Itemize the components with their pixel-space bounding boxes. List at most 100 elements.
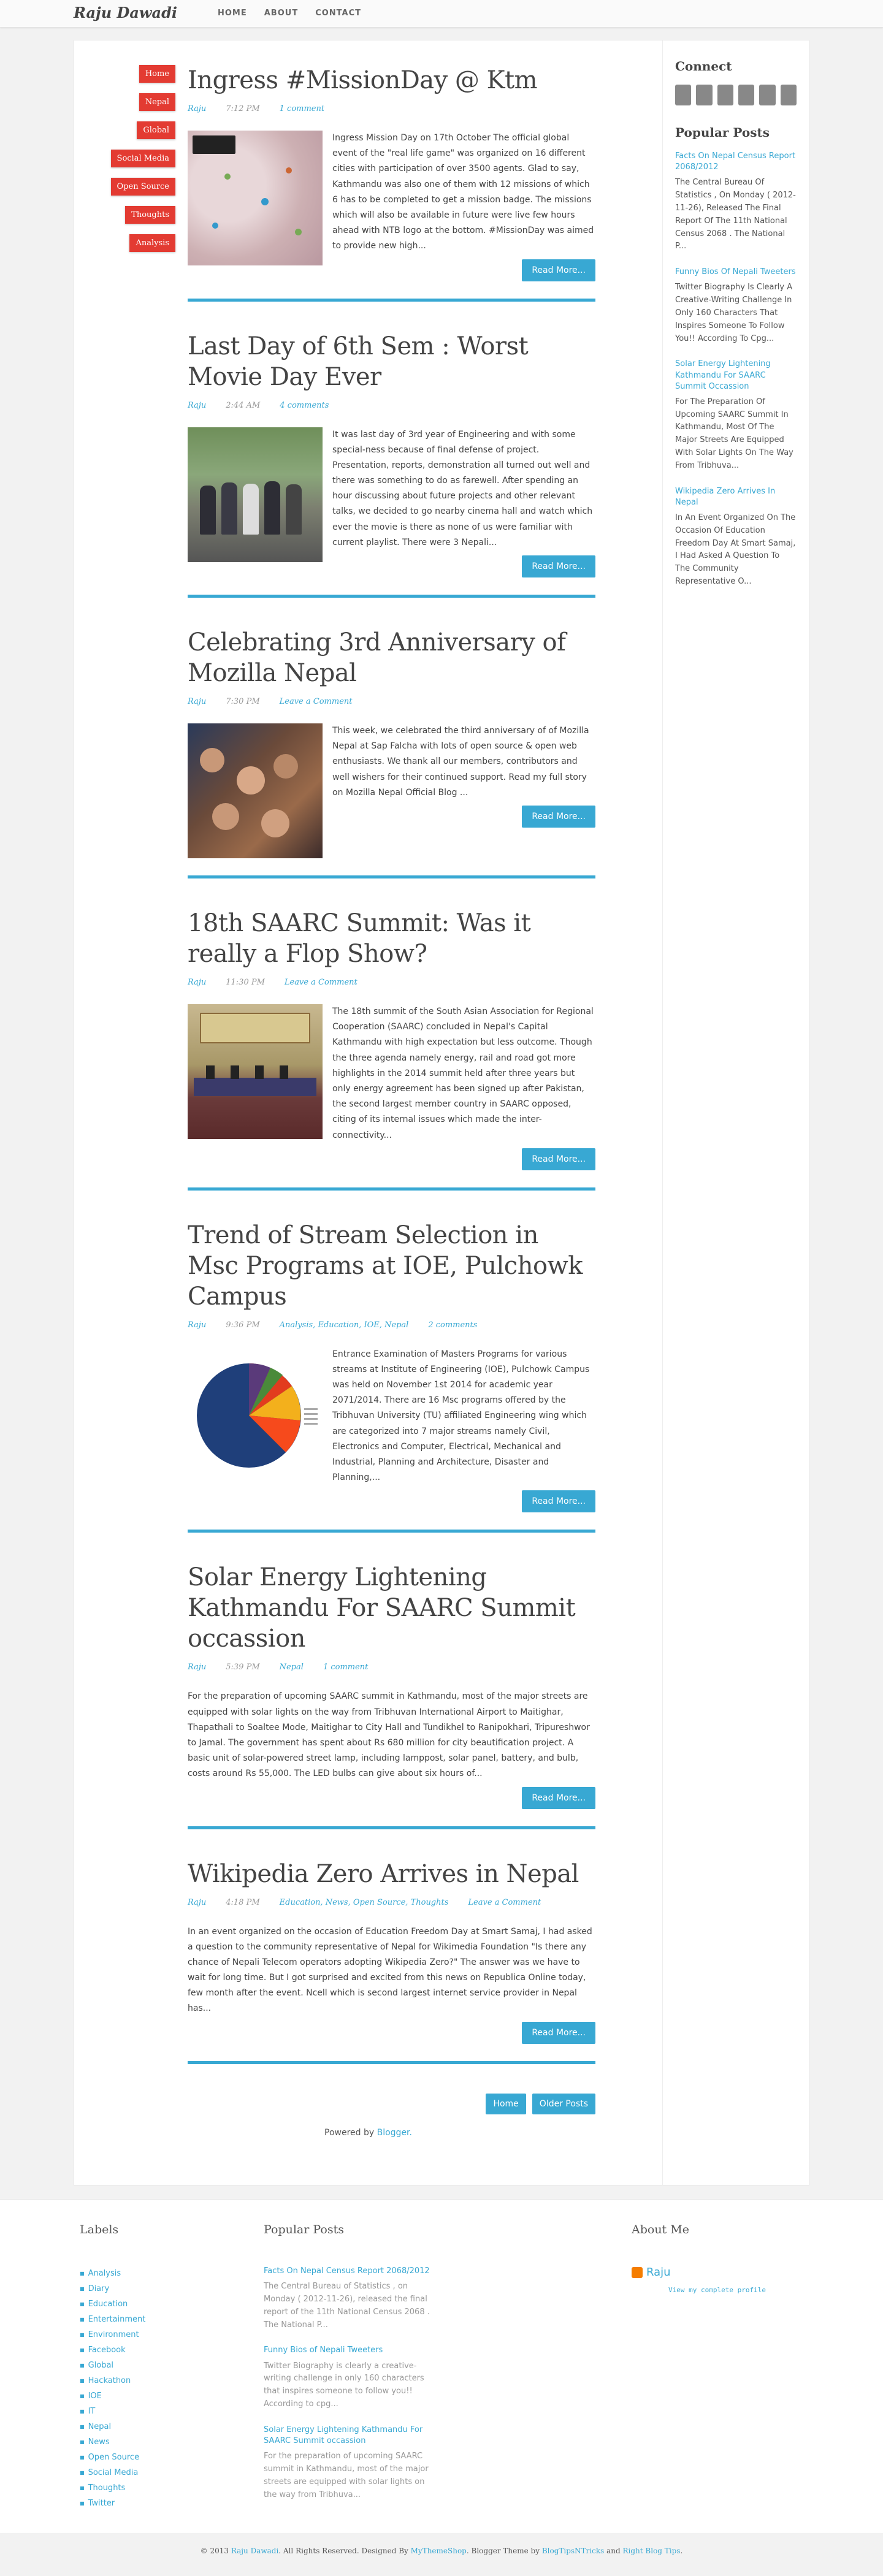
label-link[interactable]: Entertainment: [88, 2315, 146, 2324]
post-thumbnail-selfie[interactable]: [188, 723, 323, 858]
label-link[interactable]: Education: [88, 2300, 128, 2309]
label-link[interactable]: Twitter: [88, 2499, 115, 2508]
read-more-button[interactable]: Read More...: [522, 555, 595, 577]
category-analysis[interactable]: Analysis: [129, 234, 175, 252]
popular-post-link[interactable]: Facts On Nepal Census Report 2068/2012: [675, 151, 797, 173]
category-global[interactable]: Global: [137, 121, 175, 139]
post-title[interactable]: Ingress #MissionDay @ Ktm: [188, 65, 595, 96]
google-plus-icon[interactable]: [717, 85, 733, 105]
copyright-text: . All Rights Reserved. Designed By: [278, 2547, 411, 2556]
pager-home-button[interactable]: Home: [486, 2093, 526, 2114]
email-icon[interactable]: [780, 85, 797, 105]
label-link[interactable]: IOE: [88, 2391, 102, 2401]
copyright-bar: © 2013 Raju Dawadi. All Rights Reserved.…: [0, 2533, 883, 2569]
post-time: 7:12 PM: [226, 104, 260, 113]
post-author[interactable]: Raju: [188, 1898, 206, 1907]
label-link[interactable]: News: [88, 2437, 110, 2447]
popular-post-link[interactable]: Funny Bios Of Nepali Tweeters: [675, 267, 797, 278]
read-more-button[interactable]: Read More...: [522, 259, 595, 281]
post-tags[interactable]: Education, News, Open Source, Thoughts: [280, 1898, 449, 1907]
powered-by-label: Powered by: [324, 2127, 377, 2138]
label-link[interactable]: Open Source: [88, 2453, 140, 2462]
category-open-source[interactable]: Open Source: [110, 178, 175, 196]
twitter-icon[interactable]: [696, 85, 713, 105]
category-menu: Home Nepal Global Social Media Open Sour…: [105, 65, 175, 252]
blog-tips-link[interactable]: Right Blog Tips: [623, 2547, 681, 2555]
nav-contact[interactable]: CONTACT: [315, 9, 361, 18]
post-comments[interactable]: 2 comments: [428, 1320, 477, 1330]
post-title[interactable]: Wikipedia Zero Arrives in Nepal: [188, 1859, 595, 1889]
post-comments[interactable]: 4 comments: [280, 401, 329, 410]
label-link[interactable]: Environment: [88, 2330, 139, 2339]
theme-link[interactable]: BlogTipsNTricks: [542, 2547, 604, 2555]
post-author[interactable]: Raju: [188, 104, 206, 113]
nav-about[interactable]: ABOUT: [264, 9, 298, 18]
post-author[interactable]: Raju: [188, 697, 206, 706]
linkedin-icon[interactable]: [738, 85, 755, 105]
label-link[interactable]: Diary: [88, 2284, 110, 2293]
post: Wikipedia Zero Arrives in Nepal Raju 4:1…: [188, 1859, 595, 2064]
post-author[interactable]: Raju: [188, 1663, 206, 1672]
popular-post-link[interactable]: Solar Energy Lightening Kathmandu For SA…: [264, 2425, 435, 2447]
rss-icon[interactable]: [759, 85, 776, 105]
category-home[interactable]: Home: [139, 65, 175, 83]
post: Trend of Stream Selection in Msc Program…: [188, 1220, 595, 1533]
post-comments[interactable]: Leave a Comment: [468, 1898, 541, 1907]
about-name-link[interactable]: Raju: [646, 2266, 671, 2279]
post-thumbnail-ingress[interactable]: [188, 131, 323, 265]
post-title[interactable]: Last Day of 6th Sem : Worst Movie Day Ev…: [188, 331, 595, 392]
blogger-link[interactable]: Blogger.: [377, 2128, 412, 2138]
post: Last Day of 6th Sem : Worst Movie Day Ev…: [188, 331, 595, 598]
post-comments[interactable]: Leave a Comment: [285, 978, 357, 987]
label-link[interactable]: IT: [88, 2407, 96, 2416]
post-thumbnail-saarc-stage[interactable]: [188, 1004, 323, 1139]
category-thoughts[interactable]: Thoughts: [125, 206, 175, 224]
popular-post-link[interactable]: Facts On Nepal Census Report 2068/2012: [264, 2266, 435, 2277]
post-author[interactable]: Raju: [188, 978, 206, 987]
nav-home[interactable]: HOME: [218, 9, 247, 18]
popular-posts-heading: Popular Posts: [675, 125, 770, 140]
copyright-owner-link[interactable]: Raju Dawadi: [231, 2547, 278, 2555]
post-author[interactable]: Raju: [188, 1320, 206, 1330]
label-link[interactable]: Thoughts: [88, 2483, 126, 2493]
pagination: Home Older Posts: [188, 2093, 595, 2114]
facebook-icon[interactable]: [675, 85, 692, 105]
designer-link[interactable]: MyThemeShop: [411, 2547, 467, 2555]
labels-heading: Labels: [80, 2223, 119, 2236]
label-link[interactable]: Analysis: [88, 2269, 121, 2278]
popular-post-link[interactable]: Wikipedia Zero Arrives In Nepal: [675, 486, 797, 508]
post-meta: Raju 7:30 PM Leave a Comment: [188, 697, 595, 706]
label-link[interactable]: Nepal: [88, 2422, 112, 2431]
social-icons: [675, 85, 797, 105]
post-comments[interactable]: Leave a Comment: [280, 697, 353, 706]
label-link[interactable]: Hackathon: [88, 2376, 131, 2385]
post-title[interactable]: Solar Energy Lightening Kathmandu For SA…: [188, 1562, 595, 1654]
popular-post-link[interactable]: Funny Bios of Nepali Tweeters: [264, 2345, 435, 2356]
read-more-button[interactable]: Read More...: [522, 1490, 595, 1513]
post-title[interactable]: Trend of Stream Selection in Msc Program…: [188, 1220, 595, 1312]
label-link[interactable]: Global: [88, 2361, 113, 2370]
main-content: Home Nepal Global Social Media Open Sour…: [74, 40, 662, 2185]
post-comments[interactable]: 1 comment: [280, 104, 324, 113]
popular-post-link[interactable]: Solar Energy Lightening Kathmandu For SA…: [675, 359, 797, 392]
category-social-media[interactable]: Social Media: [110, 150, 175, 167]
post-title[interactable]: 18th SAARC Summit: Was it really a Flop …: [188, 908, 595, 969]
read-more-button[interactable]: Read More...: [522, 805, 595, 828]
older-posts-button[interactable]: Older Posts: [532, 2093, 595, 2114]
post-title[interactable]: Celebrating 3rd Anniversary of Mozilla N…: [188, 627, 595, 688]
post-author[interactable]: Raju: [188, 401, 206, 410]
post-thumbnail-group-photo[interactable]: [188, 427, 323, 562]
read-more-button[interactable]: Read More...: [522, 1148, 595, 1170]
view-profile-link[interactable]: View my complete profile: [668, 2286, 803, 2294]
post-thumbnail-pie-chart[interactable]: [188, 1346, 323, 1482]
category-nepal[interactable]: Nepal: [139, 93, 175, 111]
site-logo[interactable]: Raju Dawadi: [74, 4, 177, 21]
read-more-button[interactable]: Read More...: [522, 1786, 595, 1809]
read-more-button[interactable]: Read More...: [522, 2021, 595, 2044]
label-link[interactable]: Social Media: [88, 2468, 139, 2477]
post-tags[interactable]: Nepal: [280, 1663, 304, 1672]
post-meta: Raju 2:44 AM 4 comments: [188, 401, 595, 410]
label-link[interactable]: Facebook: [88, 2345, 126, 2355]
post-comments[interactable]: 1 comment: [323, 1663, 368, 1672]
post-tags[interactable]: Analysis, Education, IOE, Nepal: [280, 1320, 409, 1330]
